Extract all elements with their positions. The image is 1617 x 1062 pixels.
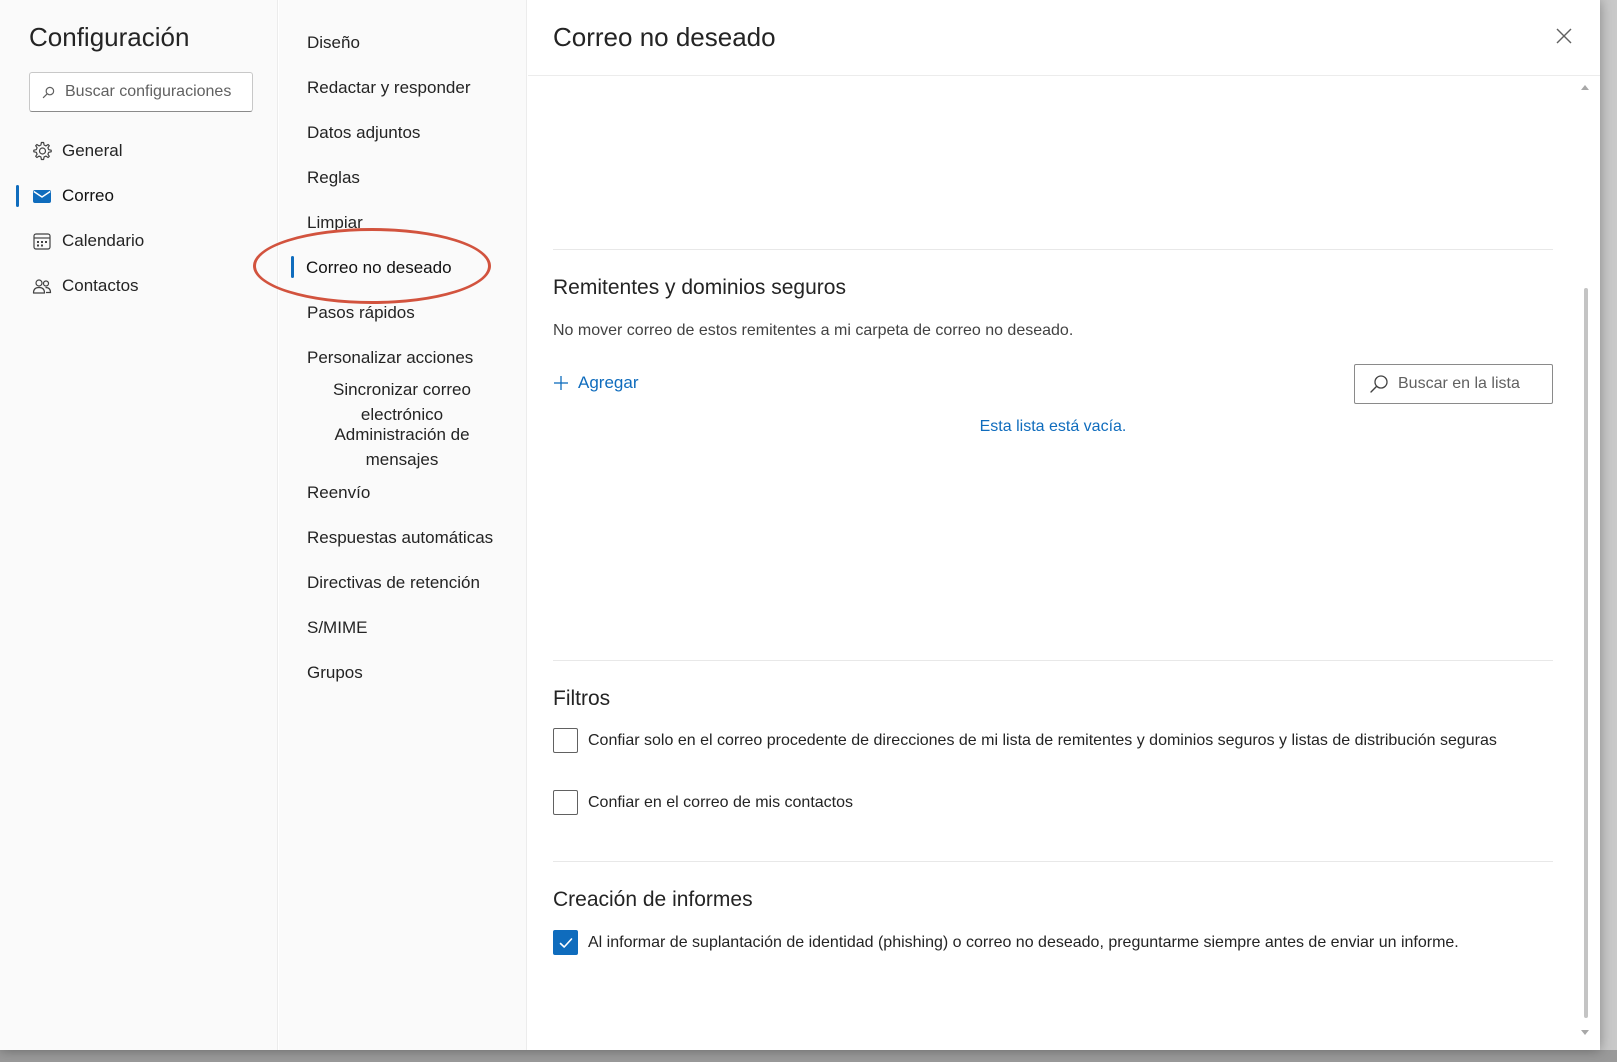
nav-item-contactos[interactable]: Contactos [0,263,278,308]
mail-icon [31,185,53,207]
checkbox-label: Al informar de suplantación de identidad… [588,934,1459,951]
gear-icon [31,140,53,162]
reporting-title: Creación de informes [553,888,753,911]
backdrop-bottom [0,1050,1617,1062]
nav2-item-personalizar-acciones[interactable]: Personalizar acciones [307,348,473,368]
people-icon [31,275,53,297]
settings-dialog: Configuración General [0,0,1600,1050]
settings-categories-list: General Correo Calendario Contactos [0,128,278,308]
nav2-item-correo-no-deseado[interactable]: Correo no deseado [306,258,452,278]
nav2-item-reglas[interactable]: Reglas [307,168,360,188]
reporting-option-ask: Al informar de suplantación de identidad… [553,930,1459,955]
settings-title: Configuración [29,22,190,52]
nav-item-correo[interactable]: Correo [0,173,278,218]
list-search-label: Buscar en la lista [1398,375,1520,392]
nav-item-label: General [62,140,123,160]
close-icon [1556,28,1572,44]
add-label: Agregar [578,373,639,392]
mail-settings-pane: Diseño Redactar y responder Datos adjunt… [279,0,527,1050]
nav-item-calendario[interactable]: Calendario [0,218,278,263]
list-search-button[interactable]: Buscar en la lista [1354,364,1553,404]
scroll-up-arrow-icon[interactable] [1581,84,1589,90]
nav-item-label: Correo [62,185,114,205]
junk-email-panel: Correo no deseado Remitentes y dominios … [528,0,1600,1050]
nav2-item-pasos-rapidos[interactable]: Pasos rápidos [307,303,415,323]
nav2-item-redactar[interactable]: Redactar y responder [307,78,470,98]
settings-categories-pane: Configuración General [0,0,278,1050]
add-safe-sender-button[interactable]: Agregar [553,373,638,393]
checkbox-label: Confiar solo en el correo procedente de … [588,732,1497,749]
section-divider [553,861,1553,862]
checkbox[interactable] [553,790,578,815]
nav-item-label: Contactos [62,275,139,295]
nav2-item-reenvio[interactable]: Reenvío [307,483,370,503]
checkbox-checked[interactable] [553,930,578,955]
nav2-item-grupos[interactable]: Grupos [307,663,363,683]
nav2-item-respuestas-automaticas[interactable]: Respuestas automáticas [307,528,493,548]
empty-list-message: Esta lista está vacía. [979,418,1127,435]
nav2-item-smime[interactable]: S/MIME [307,618,367,638]
selection-indicator [291,256,294,278]
nav2-item-sincronizar[interactable]: Sincronizar correo electrónico [307,377,497,427]
nav-item-label: Calendario [62,230,145,250]
selection-indicator [16,185,19,207]
settings-search-box[interactable] [29,72,253,112]
checkbox[interactable] [553,728,578,753]
nav2-item-limpiar[interactable]: Limpiar [307,213,363,233]
scrollbar-thumb[interactable] [1584,288,1588,1018]
scroll-down-arrow-icon[interactable] [1581,1030,1589,1036]
nav2-item-directivas-retencion[interactable]: Directivas de retención [307,573,480,593]
nav-item-general[interactable]: General [0,128,278,173]
calendar-icon [31,230,53,252]
nav2-item-administracion[interactable]: Administración de mensajes [307,422,497,472]
page-title: Correo no deseado [553,22,776,52]
plus-icon [554,376,568,390]
checkbox-label: Confiar en el correo de mis contactos [588,794,854,811]
search-icon [42,86,55,98]
backdrop [1600,0,1617,1062]
close-button[interactable] [1550,22,1578,50]
panel-header: Correo no deseado [528,0,1600,76]
settings-search-input[interactable] [65,83,245,101]
section-divider [553,660,1553,661]
filter-option-safe-lists: Confiar solo en el correo procedente de … [553,728,1548,753]
nav2-item-datos-adjuntos[interactable]: Datos adjuntos [307,123,420,143]
filters-title: Filtros [553,687,611,710]
search-icon [1370,375,1388,393]
safe-senders-title: Remitentes y dominios seguros [553,276,846,299]
section-divider [553,249,1553,250]
nav2-item-diseno[interactable]: Diseño [307,33,360,53]
filter-option-contacts: Confiar en el correo de mis contactos [553,790,853,815]
panel-scrollbar[interactable] [1578,78,1592,1048]
safe-senders-description: No mover correo de estos remitentes a mi… [553,322,1074,339]
checkmark-icon [559,937,572,948]
